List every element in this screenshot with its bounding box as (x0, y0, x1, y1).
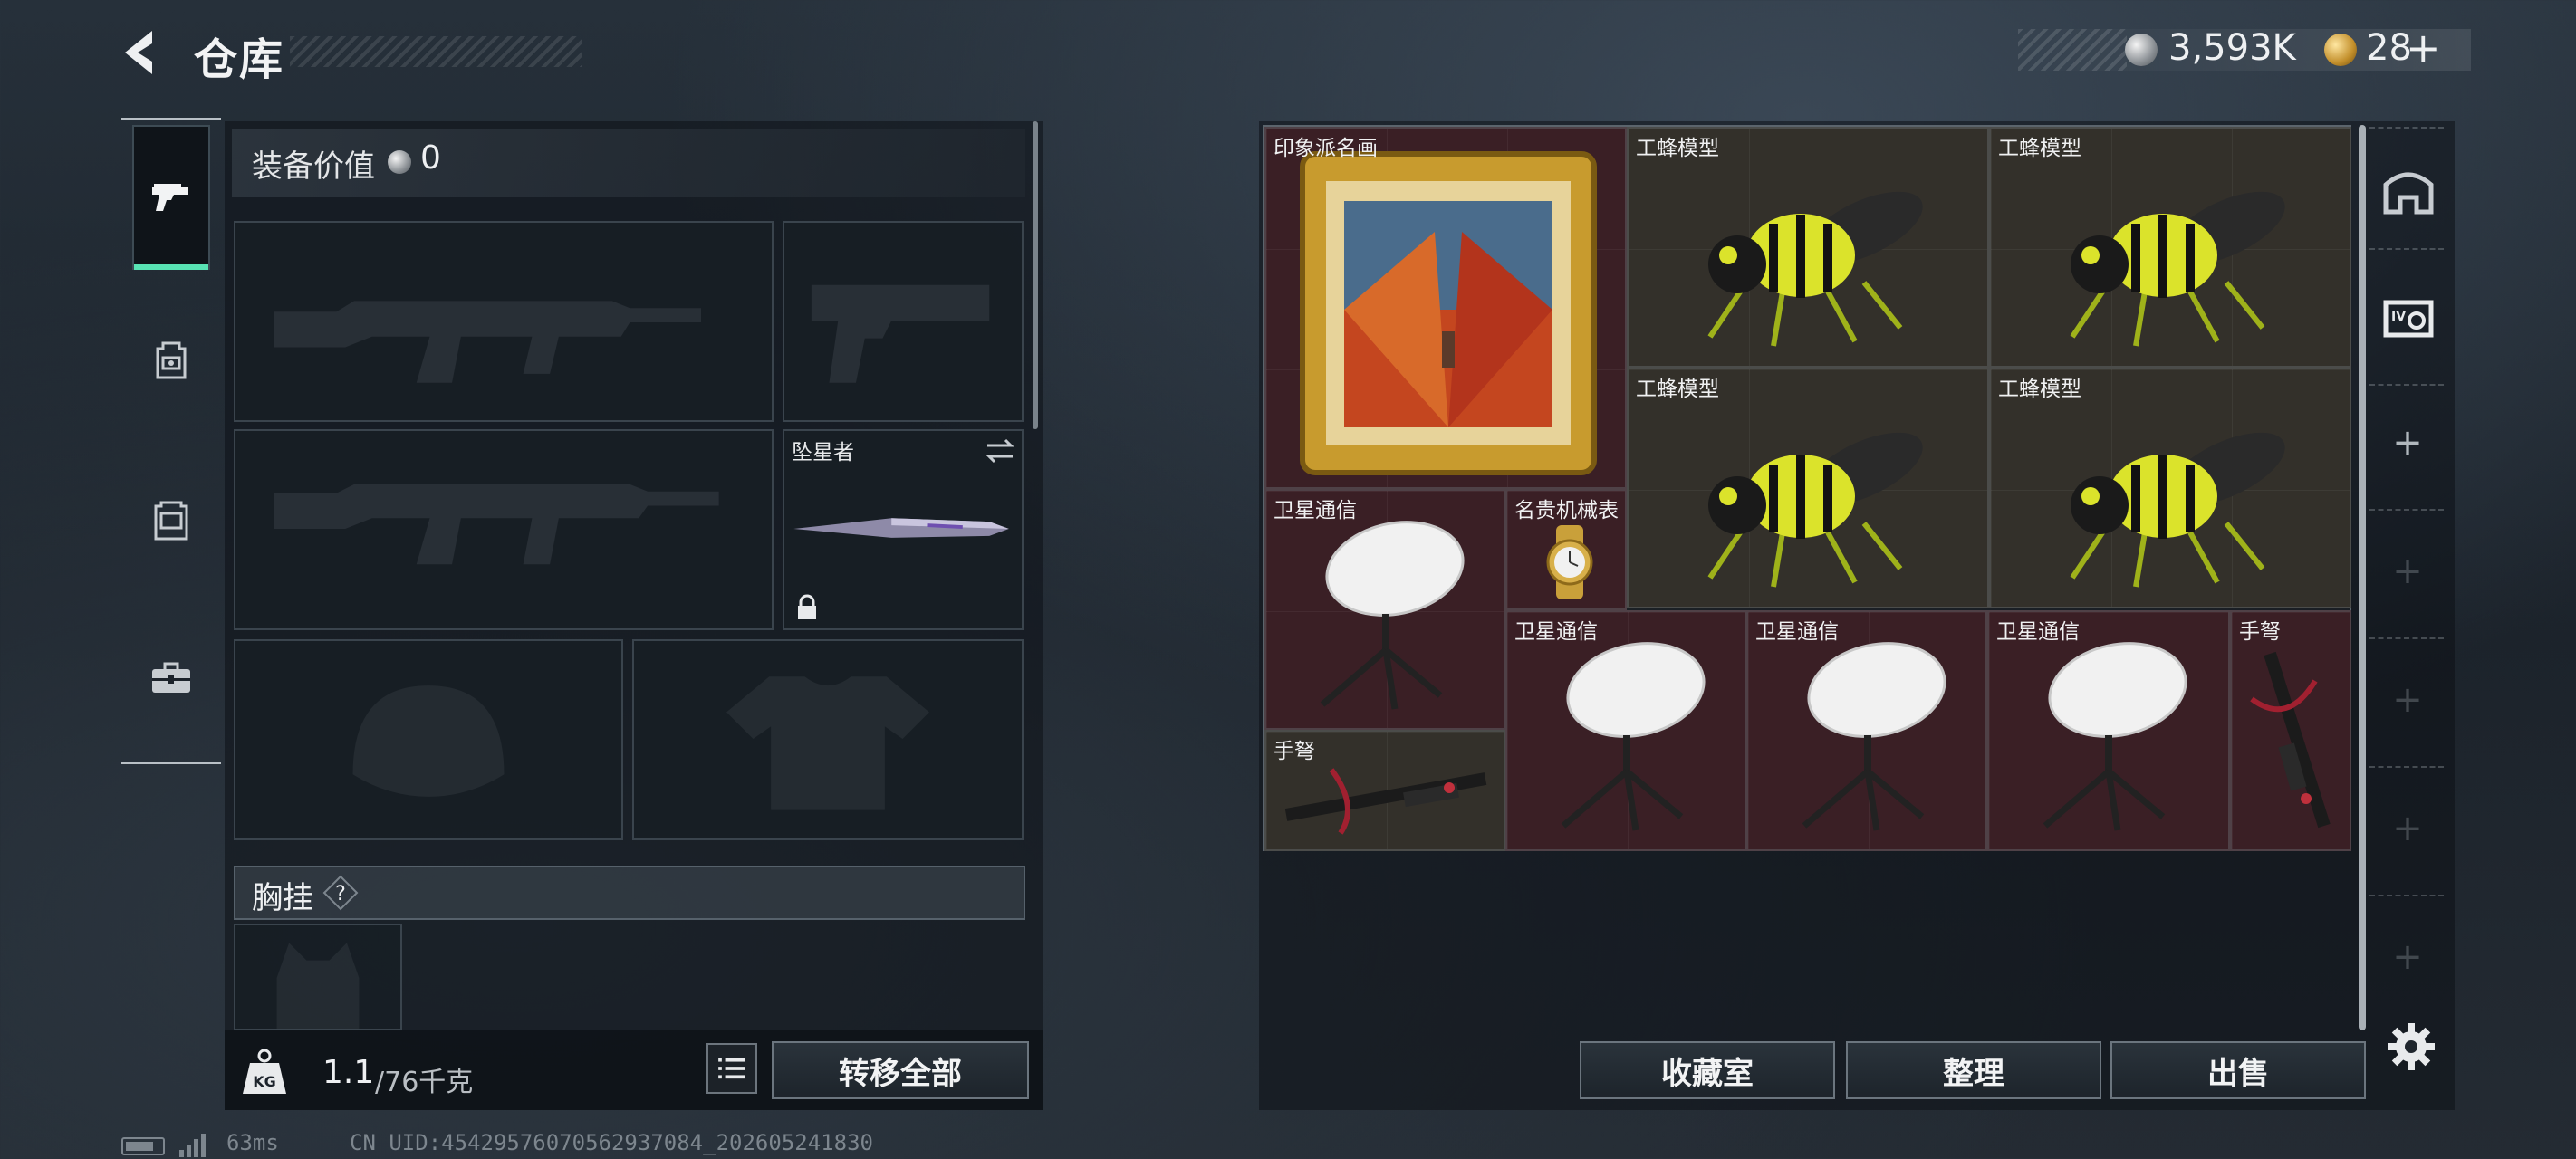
bee-icon (1707, 191, 1923, 347)
sort-button[interactable]: 整理 (1846, 1041, 2101, 1099)
toolbox-icon (152, 662, 190, 693)
title-decoration (290, 36, 582, 67)
weight-current: 1.1 (322, 1054, 375, 1091)
satellite-dish-icon (2043, 642, 2187, 831)
add-storage-button[interactable]: + (2389, 551, 2426, 592)
satellite-dish-icon (1320, 521, 1465, 710)
rifle-silhouette-icon (274, 301, 701, 383)
satellite-dish-icon (1802, 642, 1946, 831)
stash-item-bee-model[interactable]: 工蜂模型 (1627, 127, 1989, 368)
watch-icon (1546, 525, 1593, 599)
ping-text: 63ms (226, 1130, 279, 1155)
gold-coin-icon (2324, 34, 2357, 66)
rail-divider-bottom (121, 762, 221, 764)
stash-item-painting[interactable]: 印象派名画 (1264, 127, 1627, 489)
equipment-value-label: 装备价值 (252, 148, 375, 185)
equipment-value-amount: 0 (420, 139, 441, 177)
chest-rig-slot[interactable] (234, 924, 402, 1030)
backpack-icon (156, 341, 187, 379)
secondary-weapon-slot[interactable] (234, 429, 774, 630)
silver-currency-amount: 3,593K (2168, 27, 2296, 69)
list-icon (718, 1058, 745, 1079)
add-storage-button[interactable]: + (2389, 679, 2426, 721)
help-icon[interactable]: ? (322, 875, 359, 911)
chest-rig-silhouette-icon (276, 943, 360, 1029)
stash-item-bee-model[interactable]: 工蜂模型 (1989, 127, 2351, 368)
weight-kg-icon: KG (237, 1045, 292, 1099)
add-storage-button[interactable]: + (2389, 808, 2426, 849)
silver-coin-icon (2125, 34, 2158, 66)
back-button[interactable] (116, 25, 170, 80)
rail-divider (2369, 509, 2444, 511)
add-storage-button[interactable]: + (2389, 936, 2426, 978)
sell-button[interactable]: 出售 (2110, 1041, 2366, 1099)
signal-icon (178, 1132, 208, 1157)
gear-icon (2388, 1023, 2435, 1070)
equipment-scrollbar[interactable] (1033, 121, 1038, 429)
add-currency-button[interactable]: + (2406, 24, 2441, 72)
transfer-all-button[interactable]: 转移全部 (772, 1041, 1029, 1099)
body-armor-slot[interactable] (632, 639, 1024, 840)
painting-icon (1300, 151, 1597, 475)
page-title: 仓库 (194, 34, 285, 85)
rail-divider (2369, 895, 2444, 896)
rail-divider (2369, 127, 2444, 129)
melee-slot[interactable]: 坠星者 (783, 429, 1024, 630)
vest-icon (154, 501, 188, 541)
lock-icon (798, 594, 816, 619)
swap-icon[interactable] (984, 435, 1016, 467)
stash-item-bee-model[interactable]: 工蜂模型 (1627, 368, 1989, 608)
category-tab-backpack[interactable] (132, 288, 210, 433)
helmet-silhouette-icon (352, 685, 505, 797)
crossbow-icon (1284, 768, 1487, 835)
category-tab-armor[interactable] (132, 447, 210, 592)
storage-box-icon[interactable]: IV (2380, 288, 2437, 344)
storage-vault-icon[interactable] (2380, 161, 2437, 217)
pistol-silhouette-icon (811, 284, 990, 383)
primary-weapon-slot[interactable] (234, 221, 774, 422)
stash-item-satellite[interactable]: 卫星通信 (1264, 489, 1505, 730)
weight-max: /76千克 (375, 1067, 474, 1098)
svg-text:KG: KG (253, 1073, 276, 1090)
rail-divider (2369, 637, 2444, 639)
rail-divider-top (121, 118, 221, 120)
stash-item-crossbow[interactable]: 手弩 (2230, 610, 2351, 851)
collection-room-button[interactable]: 收藏室 (1580, 1041, 1835, 1099)
list-view-button[interactable] (706, 1043, 757, 1094)
pistol-slot[interactable] (783, 221, 1024, 422)
bee-icon (2070, 432, 2285, 588)
add-storage-button[interactable]: + (2389, 422, 2426, 464)
armor-silhouette-icon (726, 676, 929, 810)
helmet-slot[interactable] (234, 639, 623, 840)
pistol-icon (152, 184, 188, 211)
rail-divider (2369, 248, 2444, 250)
battery-icon (121, 1137, 165, 1155)
stash-item-satellite[interactable]: 卫星通信 (1505, 610, 1746, 851)
category-tab-weapons[interactable] (132, 125, 210, 270)
back-arrow-icon (125, 31, 152, 74)
crossbow-icon (2250, 651, 2331, 829)
bee-icon (1707, 432, 1923, 588)
rifle-silhouette-icon (274, 484, 719, 565)
stash-item-crossbow[interactable]: 手弩 (1264, 730, 1505, 851)
uid-text: CN UID:4542957607056293708​4_20260524183… (350, 1130, 873, 1155)
stash-item-satellite[interactable]: 卫星通信 (1746, 610, 1987, 851)
stash-item-bee-model[interactable]: 工蜂模型 (1989, 368, 2351, 608)
rail-divider (2369, 766, 2444, 768)
stash-item-watch[interactable]: 名贵机械表 (1505, 489, 1627, 610)
stash-scrollbar[interactable] (2359, 125, 2366, 1030)
stash-item-satellite[interactable]: 卫星通信 (1987, 610, 2230, 851)
svg-text:?: ? (335, 883, 346, 905)
category-tab-toolbox[interactable] (132, 605, 210, 750)
svg-text:IV: IV (2391, 310, 2406, 324)
bee-icon (2070, 191, 2285, 347)
settings-button[interactable] (2386, 1021, 2437, 1072)
rail-divider (2369, 384, 2444, 386)
value-coin-icon (388, 150, 411, 174)
chest-rig-label: 胸挂 (252, 880, 313, 916)
satellite-dish-icon (1561, 642, 1706, 831)
